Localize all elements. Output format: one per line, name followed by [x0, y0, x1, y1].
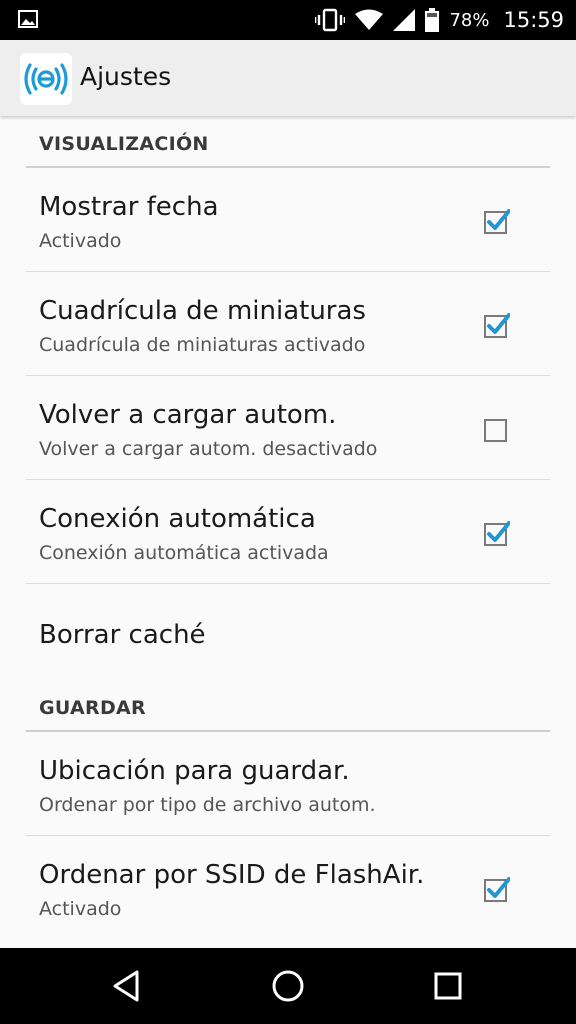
pref-title: Ordenar por SSID de FlashAir.: [39, 860, 425, 890]
wifi-icon: [355, 9, 384, 30]
auto-reload-checkbox[interactable]: [484, 416, 510, 442]
pref-auto-reload[interactable]: Volver a cargar autom. Volver a cargar a…: [26, 376, 550, 480]
signal-icon: [393, 9, 416, 31]
show-date-checkbox[interactable]: [484, 208, 510, 234]
pref-show-date[interactable]: Mostrar fecha Activado: [26, 168, 550, 272]
pref-title: Cuadrícula de miniaturas: [39, 296, 366, 326]
pref-summary: Ordenar por tipo de archivo autom.: [39, 794, 376, 816]
pref-title: Mostrar fecha: [39, 192, 219, 222]
section-header-label: GUARDAR: [39, 697, 146, 719]
pref-summary: Activado: [39, 898, 122, 920]
pref-summary: Conexión automática activada: [39, 542, 329, 564]
home-icon[interactable]: [268, 966, 308, 1006]
pref-title: Ubicación para guardar.: [39, 756, 350, 786]
pref-summary: Cuadrícula de miniaturas activado: [39, 334, 366, 356]
page-title: Ajustes: [80, 62, 172, 91]
pref-summary: Activado: [39, 230, 122, 252]
clock: 15:59: [503, 8, 564, 32]
battery-icon: [425, 8, 440, 32]
pref-title: Volver a cargar autom.: [39, 400, 337, 430]
section-header-display: VISUALIZACIÓN: [26, 116, 550, 168]
back-icon[interactable]: [107, 966, 147, 1006]
pref-clear-cache[interactable]: Borrar caché: [26, 584, 550, 688]
app-bar: Ajustes: [0, 40, 576, 116]
pref-sort-by-ssid[interactable]: Ordenar por SSID de FlashAir. Activado: [26, 836, 550, 940]
flashair-logo-icon[interactable]: [20, 53, 72, 105]
battery-percent: 78%: [449, 9, 490, 31]
section-header-label: VISUALIZACIÓN: [39, 133, 209, 155]
navigation-bar: [0, 948, 576, 1024]
section-header-save: GUARDAR: [26, 680, 550, 732]
auto-connect-checkbox[interactable]: [484, 520, 510, 546]
pref-title: Borrar caché: [39, 620, 206, 650]
status-bar: 78% 15:59: [0, 0, 576, 40]
recents-icon[interactable]: [428, 966, 468, 1006]
pref-auto-connect[interactable]: Conexión automática Conexión automática …: [26, 480, 550, 584]
sort-by-ssid-checkbox[interactable]: [484, 876, 510, 902]
pref-summary: Volver a cargar autom. desactivado: [39, 438, 378, 460]
gallery-notification-icon: [18, 10, 38, 28]
settings-list: VISUALIZACIÓN Mostrar fecha Activado Cua…: [0, 116, 576, 948]
vibrate-icon: [315, 8, 346, 32]
pref-save-location[interactable]: Ubicación para guardar. Ordenar por tipo…: [26, 732, 550, 836]
pref-thumbnail-grid[interactable]: Cuadrícula de miniaturas Cuadrícula de m…: [26, 272, 550, 376]
pref-title: Conexión automática: [39, 504, 316, 534]
thumbnail-grid-checkbox[interactable]: [484, 312, 510, 338]
